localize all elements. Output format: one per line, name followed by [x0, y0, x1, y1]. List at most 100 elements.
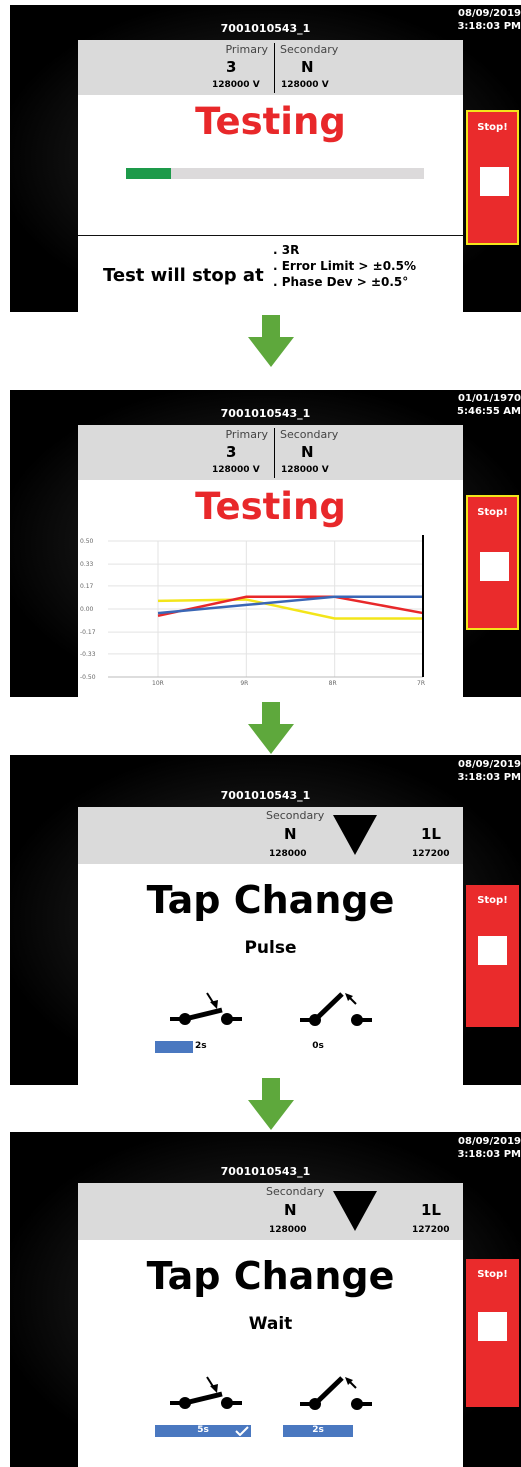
tap-change-title: Tap Change [146, 878, 395, 922]
tap-header: Secondary N 128000 1L 127200 [78, 1183, 463, 1240]
pulse-timer: 5s [155, 1425, 251, 1437]
stop-label: Stop! [477, 1269, 508, 1280]
screen-tap-change-wait: 7001010543_1 08/09/2019 3:18:03 PM Secon… [10, 1132, 521, 1467]
wait-timer: 0s [283, 1041, 353, 1053]
timer-label: 2s [195, 1041, 207, 1051]
stop-label: Stop! [477, 895, 508, 906]
timer-label: 2s [312, 1425, 324, 1435]
device-id: 7001010543_1 [220, 22, 311, 35]
datetime: 01/01/1970 5:46:55 AM [457, 392, 521, 418]
main-panel: Testing Test will stop at . 3R . Error L… [78, 95, 463, 312]
divider [78, 235, 463, 236]
x-tick-label: 7R [417, 680, 425, 687]
secondary-value: 128000 [269, 849, 307, 859]
stop-at-label: Test will stop at [103, 265, 264, 286]
tap-header: Primary Secondary 3 N 128000 V 128000 V [78, 40, 463, 95]
secondary-tap: N [284, 1201, 297, 1219]
switch-close-icon [170, 992, 242, 1025]
device-id: 7001010543_1 [220, 407, 311, 420]
x-tick-label: 8R [329, 680, 337, 687]
tap-change-title: Tap Change [146, 1254, 395, 1298]
secondary-tap: N [301, 58, 314, 76]
primary-tap: 3 [226, 443, 237, 461]
switch-open-icon [300, 1376, 372, 1410]
check-icon [235, 1426, 249, 1436]
condition-item: . 3R [273, 243, 300, 257]
datetime: 08/09/2019 3:18:03 PM [457, 7, 521, 33]
secondary-voltage: 128000 V [281, 465, 329, 475]
secondary-label: Secondary [266, 1185, 325, 1198]
stop-button[interactable]: Stop! [466, 885, 519, 1027]
target-value: 127200 [412, 1225, 450, 1235]
date: 01/01/1970 [458, 393, 521, 404]
time: 3:18:03 PM [457, 1149, 521, 1160]
x-tick-label: 10R [152, 680, 164, 687]
down-arrow-icon [248, 702, 294, 754]
screen-testing-chart: 7001010543_1 01/01/1970 5:46:55 AM Prima… [10, 390, 521, 697]
main-panel: Tap Change Wait 5s 2s [78, 1240, 463, 1467]
stop-button[interactable]: Stop! [466, 1259, 519, 1407]
time: 5:46:55 AM [457, 406, 521, 417]
stop-button[interactable]: Stop! [466, 110, 519, 245]
direction-down-icon [333, 1191, 377, 1231]
stop-icon [480, 552, 509, 581]
header-divider [274, 428, 275, 478]
status-title: Testing [195, 485, 346, 528]
stop-icon [480, 167, 509, 196]
condition-item: . Phase Dev > ±0.5° [273, 275, 409, 289]
primary-label: Primary [225, 43, 268, 56]
device-id: 7001010543_1 [220, 1165, 311, 1178]
target-tap: 1L [421, 825, 441, 843]
time: 3:18:03 PM [457, 21, 521, 32]
y-tick-label: 0.00 [80, 606, 94, 613]
progress-bar [126, 168, 424, 179]
primary-voltage: 128000 V [212, 465, 260, 475]
secondary-label: Secondary [280, 43, 339, 56]
switch-open-icon [300, 992, 372, 1026]
deviation-chart: 0.50 0.33 0.17 0.00 -0.17 -0.33 -0.50 10R 9R 8R 7R [80, 535, 425, 687]
screen-testing-progress: 7001010543_1 08/09/2019 3:18:03 PM Prima… [10, 5, 521, 312]
stop-button[interactable]: Stop! [466, 495, 519, 630]
secondary-label: Secondary [266, 809, 325, 822]
datetime: 08/09/2019 3:18:03 PM [457, 1135, 521, 1161]
target-tap: 1L [421, 1201, 441, 1219]
timer-label: 0s [312, 1041, 324, 1051]
screen-tap-change-pulse: 7001010543_1 08/09/2019 3:18:03 PM Secon… [10, 755, 521, 1085]
wait-timer: 2s [283, 1425, 353, 1437]
tap-header: Secondary N 128000 1L 127200 [78, 807, 463, 864]
condition-item: . Error Limit > ±0.5% [273, 259, 416, 273]
stop-icon [478, 1312, 507, 1341]
device-id: 7001010543_1 [220, 789, 311, 802]
stop-label: Stop! [477, 122, 508, 133]
target-value: 127200 [412, 849, 450, 859]
y-tick-label: -0.17 [80, 629, 96, 636]
stop-conditions: . 3R . Error Limit > ±0.5% . Phase Dev >… [273, 242, 416, 290]
switch-close-icon [170, 1376, 242, 1409]
date: 08/09/2019 [458, 1136, 521, 1147]
header-divider [274, 43, 275, 93]
primary-voltage: 128000 V [212, 80, 260, 90]
date: 08/09/2019 [458, 759, 521, 770]
y-tick-label: -0.33 [80, 651, 96, 658]
direction-down-icon [333, 815, 377, 855]
secondary-label: Secondary [280, 428, 339, 441]
time: 3:18:03 PM [457, 772, 521, 783]
datetime: 08/09/2019 3:18:03 PM [457, 758, 521, 784]
date: 08/09/2019 [458, 8, 521, 19]
main-panel: Tap Change Pulse 2s 0s [78, 864, 463, 1085]
tap-change-mode: Wait [248, 1314, 293, 1334]
down-arrow-icon [248, 1078, 294, 1130]
tap-change-mode: Pulse [244, 938, 297, 958]
secondary-tap: N [301, 443, 314, 461]
timer-fill [155, 1041, 194, 1053]
main-panel: Testing 0.50 0.33 0.17 0.00 -0.17 -0.33 -0.50 1… [78, 480, 463, 697]
tap-header: Primary Secondary 3 N 128000 V 128000 V [78, 425, 463, 480]
status-title: Testing [195, 100, 346, 143]
y-tick-label: 0.50 [80, 538, 94, 545]
primary-label: Primary [225, 428, 268, 441]
secondary-value: 128000 [269, 1225, 307, 1235]
stop-icon [478, 936, 507, 965]
down-arrow-icon [248, 315, 294, 367]
pulse-timer: 2s [155, 1041, 251, 1053]
x-tick-label: 9R [240, 680, 248, 687]
